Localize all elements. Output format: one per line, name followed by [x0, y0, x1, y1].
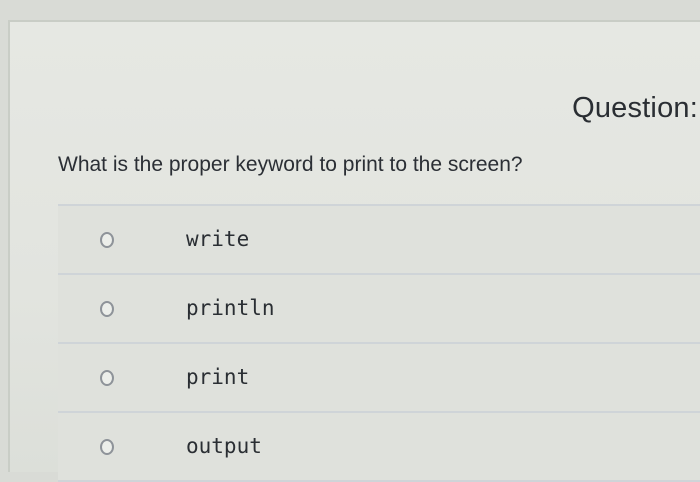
radio-button[interactable] [100, 370, 114, 386]
radio-button[interactable] [100, 439, 114, 455]
quiz-panel: Question: What is the proper keyword to … [8, 20, 700, 482]
option-label: output [186, 434, 262, 458]
option-label: println [186, 296, 275, 320]
radio-button[interactable] [100, 301, 114, 317]
question-header: Question: [572, 92, 698, 124]
question-text: What is the proper keyword to print to t… [58, 153, 523, 176]
option-label: write [186, 227, 250, 251]
answer-options: write println print output [58, 204, 700, 482]
answer-option-print[interactable]: print [58, 344, 700, 413]
answer-option-println[interactable]: println [58, 275, 700, 344]
radio-button[interactable] [100, 232, 114, 248]
answer-option-output[interactable]: output [58, 413, 700, 482]
answer-option-write[interactable]: write [58, 206, 700, 275]
option-label: print [186, 365, 250, 389]
